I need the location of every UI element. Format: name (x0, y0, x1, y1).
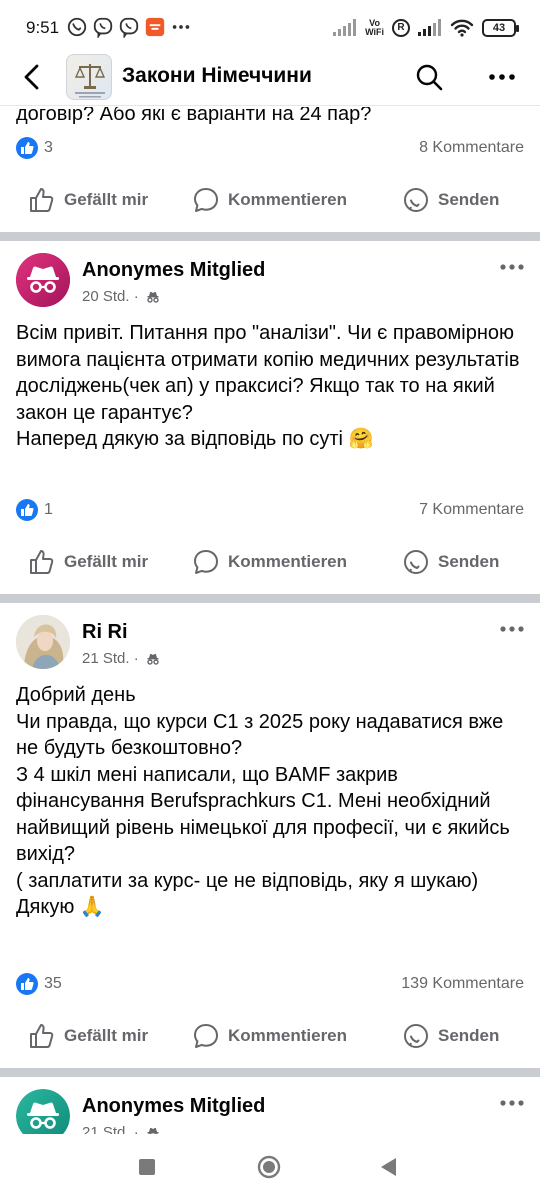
send-button[interactable]: Senden (402, 180, 499, 220)
avatar-anonymous[interactable] (16, 253, 70, 307)
author-name[interactable]: Anonymes Mitglied (82, 259, 265, 282)
thumbs-up-icon (30, 550, 54, 574)
comment-label: Kommentieren (228, 190, 348, 209)
post-time: 21 Std. · (82, 650, 139, 667)
viber-icon (93, 17, 113, 38)
messenger-icon (404, 1024, 428, 1048)
battery-indicator: 43 (482, 19, 519, 37)
avatar-photo[interactable] (16, 615, 70, 669)
scales-of-justice-icon (74, 64, 106, 98)
status-time: 9:51 (26, 18, 60, 37)
comment-button[interactable]: Kommentieren (192, 1016, 347, 1056)
post-card: Anonymes Mitglied 20 Std. · Всім привіт.… (0, 241, 540, 594)
incognito-icon (16, 253, 70, 307)
status-bar: 9:51 Vo WiFi R 43 (0, 0, 540, 56)
shopping-app-icon (145, 17, 165, 37)
privacy-incognito-icon (147, 653, 159, 665)
post-meta: 20 Std. · (82, 288, 161, 305)
post-actions: Gefällt mir Kommentieren Senden (0, 542, 540, 582)
more-options-icon[interactable] (486, 62, 518, 92)
group-title[interactable]: Закони Німеччини (122, 64, 312, 88)
like-reaction-icon (16, 499, 38, 521)
signal-icon-2 (418, 19, 441, 36)
more-notifications-icon (172, 25, 190, 29)
author-name[interactable]: Ri Ri (82, 621, 128, 644)
post-divider (0, 1068, 540, 1077)
comment-bubble-icon (194, 550, 218, 574)
post-divider (0, 232, 540, 241)
home-icon[interactable] (256, 1154, 282, 1180)
comment-bubble-icon (194, 1024, 218, 1048)
privacy-incognito-icon (147, 291, 159, 303)
like-button[interactable]: Gefällt mir (28, 180, 148, 220)
comment-count[interactable]: 7 Kommentare (419, 501, 524, 519)
post-meta: 21 Std. · (82, 650, 161, 667)
reactions-row[interactable]: 3 8 Kommentare (16, 135, 524, 161)
thumbs-up-icon (30, 1024, 54, 1048)
incognito-icon (16, 1089, 70, 1134)
comment-label: Kommentieren (228, 1026, 348, 1045)
like-button[interactable]: Gefällt mir (28, 1016, 148, 1056)
reactions-row[interactable]: 1 7 Kommentare (16, 497, 524, 523)
comment-count[interactable]: 8 Kommentare (419, 139, 524, 157)
post-options-icon[interactable] (498, 619, 526, 639)
phone-call-icon (67, 17, 87, 37)
post-body: договір? Або які є варіанти на 24 пар? (16, 107, 372, 125)
messenger-icon (404, 188, 428, 212)
post-meta: 21 Std. · (82, 1124, 161, 1134)
app-header: Закони Німеччини (0, 50, 540, 106)
vowifi-indicator: Vo WiFi (365, 19, 384, 37)
send-label: Senden (438, 190, 500, 209)
send-button[interactable]: Senden (402, 542, 499, 582)
roaming-icon: R (392, 19, 410, 37)
send-button[interactable]: Senden (402, 1016, 499, 1056)
reactions-row[interactable]: 35 139 Kommentare (16, 971, 524, 997)
status-right-group: Vo WiFi R 43 (333, 16, 519, 40)
reaction-count: 3 (44, 139, 53, 156)
post-options-icon[interactable] (498, 257, 526, 277)
comment-count[interactable]: 139 Kommentare (401, 975, 524, 993)
search-icon[interactable] (414, 62, 444, 92)
comment-bubble-icon (194, 188, 218, 212)
post-card: Anonymes Mitglied 21 Std. · (0, 1077, 540, 1134)
like-label: Gefällt mir (64, 552, 149, 571)
comment-button[interactable]: Kommentieren (192, 542, 347, 582)
signal-icon (333, 19, 357, 36)
like-reaction-icon (16, 973, 38, 995)
group-logo[interactable] (66, 54, 112, 100)
profile-photo-icon (16, 615, 70, 669)
back-arrow-icon[interactable] (18, 62, 48, 92)
thumbs-up-icon (30, 188, 54, 212)
post-actions: Gefällt mir Kommentieren Senden (0, 180, 540, 220)
privacy-incognito-icon (147, 1127, 159, 1134)
like-label: Gefällt mir (64, 1026, 149, 1045)
comment-button[interactable]: Kommentieren (192, 180, 347, 220)
post-body: Добрий день Чи правда, що курси С1 з 202… (16, 684, 510, 918)
back-nav-icon[interactable] (376, 1154, 402, 1180)
wifi-icon (450, 19, 474, 37)
avatar-anonymous[interactable] (16, 1089, 70, 1134)
post-actions: Gefällt mir Kommentieren Senden (0, 1016, 540, 1056)
send-label: Senden (438, 1026, 500, 1045)
reaction-count: 1 (44, 501, 53, 518)
send-label: Senden (438, 552, 500, 571)
post-time: 21 Std. · (82, 1124, 139, 1134)
post-card: Ri Ri 21 Std. · Добрий день Чи правда, щ… (0, 603, 540, 1068)
messenger-icon (404, 550, 428, 574)
comment-label: Kommentieren (228, 552, 348, 571)
recent-apps-icon[interactable] (134, 1154, 160, 1180)
viber-icon-2 (119, 17, 139, 38)
system-nav-bar (0, 1134, 540, 1200)
post-options-icon[interactable] (498, 1093, 526, 1113)
post-card: договір? Або які є варіанти на 24 пар? 3… (0, 107, 540, 232)
like-label: Gefällt mir (64, 190, 149, 209)
like-reaction-icon (16, 137, 38, 159)
vowifi-bottom: WiFi (365, 27, 384, 37)
like-button[interactable]: Gefällt mir (28, 542, 148, 582)
post-body: Всім привіт. Питання про "аналізи". Чи є… (16, 322, 520, 450)
post-time: 20 Std. · (82, 288, 139, 305)
author-name[interactable]: Anonymes Mitglied (82, 1095, 265, 1118)
reaction-count: 35 (44, 975, 62, 992)
post-divider (0, 594, 540, 603)
